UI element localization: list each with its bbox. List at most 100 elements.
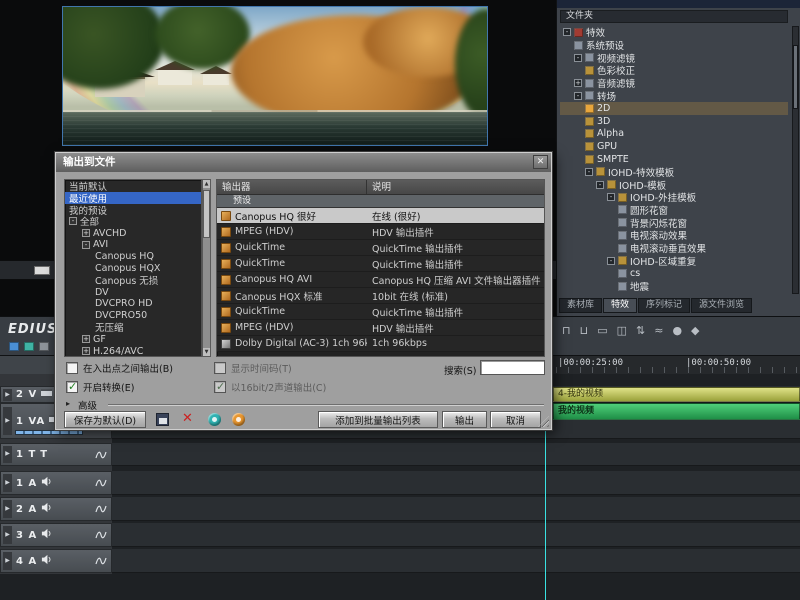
preset-tree-item[interactable]: + GF [65,333,201,345]
speaker-icon[interactable] [41,554,52,568]
effects-tree-item[interactable]: - IOHD-外挂模板 [560,191,788,204]
effects-tree-item[interactable]: - IOHD-区域重复 [560,254,788,268]
preset-tree-item[interactable]: Canopus HQ [65,251,201,263]
panel-tab[interactable]: 序列标记 [638,298,691,313]
record-icon[interactable]: ● [672,324,682,337]
track-header-1a[interactable]: ▶ 1 A [0,471,112,495]
scroll-down-icon[interactable]: ▼ [203,348,210,356]
exporter-row[interactable]: QuickTime QuickTime 输出插件 [217,304,544,320]
plus-expander-icon[interactable]: + [574,79,582,88]
speaker-icon[interactable] [41,476,52,490]
exporter-row[interactable]: Canopus HQ 很好 在线 (很好) [217,208,544,224]
minus-expander-icon[interactable]: - [607,256,615,265]
track-header-4a[interactable]: ▶ 4 A [0,549,112,573]
scrollbar-thumb[interactable] [203,190,210,238]
preset-tree-item[interactable]: - 全部 [65,215,201,228]
output-button[interactable]: 输出 [442,411,487,428]
track-lane-2a[interactable] [112,497,800,521]
effects-tree-item[interactable]: 色彩校正 [560,64,788,77]
expand-arrow-icon[interactable]: ▶ [3,446,12,463]
effects-tree-item[interactable]: 3D [560,115,788,128]
video-clip[interactable]: 4-我的视频 [553,387,800,402]
checkbox-16bit-2ch[interactable]: 以16bit/2声道输出(C) [214,380,326,394]
effects-tree-item[interactable]: - IOHD-模板 [560,178,788,192]
table-header[interactable]: 输出器 说明 [217,180,544,195]
marker-icon[interactable]: ▭ [597,324,607,337]
exporter-row[interactable]: Dolby Digital (AC-3) 1ch 96kbps 1ch 96kbp… [217,336,544,352]
mode-swatch-blue[interactable] [9,342,19,351]
rubber-band-icon[interactable] [95,450,107,460]
ripple-icon[interactable]: ⊔ [580,324,589,337]
checkbox-box[interactable] [66,362,78,374]
cancel-button[interactable]: 取消 [490,411,541,428]
effects-scrollbar[interactable] [792,26,799,294]
rubber-band-icon[interactable] [95,556,107,566]
search-input[interactable] [480,360,545,375]
exporter-row[interactable]: MPEG (HDV) HDV 输出插件 [217,320,544,336]
scroll-up-icon[interactable]: ▲ [203,180,210,188]
preset-tree-item[interactable]: + AVCHD [65,227,201,239]
checkbox-box[interactable] [214,380,226,393]
tree-scrollbar[interactable]: ▲ ▼ [202,179,211,357]
effects-tree-item[interactable]: 电视滚动垂直效果 [560,242,788,255]
snap-icon[interactable]: ⊓ [562,324,571,337]
mode-swatch-gray[interactable] [39,342,49,351]
panel-tab[interactable]: 特效 [603,298,638,313]
exporter-row[interactable]: MPEG (HDV) HDV 输出插件 [217,224,544,240]
dialog-titlebar[interactable]: 输出到文件 ✕ [56,153,551,172]
rubber-band-icon[interactable] [95,530,107,540]
expand-arrow-icon[interactable]: ▶ [3,500,12,518]
effects-tree-item[interactable]: cs [560,267,788,280]
rubber-band-icon[interactable] [95,478,107,488]
track-lane-1a[interactable] [112,471,800,495]
sequence-marker-icon[interactable]: ◆ [691,324,699,337]
plus-expander-icon[interactable]: + [82,335,90,344]
panel-tab[interactable]: 源文件浏览 [691,298,753,313]
expand-arrow-icon[interactable]: ▶ [3,526,12,544]
exporter-row[interactable]: QuickTime QuickTime 输出插件 [217,240,544,256]
minus-expander-icon[interactable]: - [574,53,582,62]
checkbox-show-timecode[interactable]: 显示时间码(T) [214,361,292,375]
delete-preset-icon[interactable]: ✕ [182,411,193,426]
va-clip[interactable]: 我的视频 [553,403,800,420]
plus-expander-icon[interactable]: + [82,347,90,356]
exporter-row[interactable]: Canopus HQX 标准 10bit 在线 (标准) [217,288,544,304]
minus-expander-icon[interactable]: - [69,217,77,226]
checkbox-box[interactable] [66,380,78,393]
track-lane-1t[interactable] [112,443,800,466]
effects-tree-item[interactable]: 背景闪烁花窗 [560,216,788,230]
shuttle-slider[interactable] [34,266,50,275]
column-exporter[interactable]: 输出器 [217,180,367,194]
minus-expander-icon[interactable]: - [82,240,90,249]
effects-tree-item[interactable]: 2D [560,102,788,115]
expand-arrow-icon[interactable]: ▶ [3,407,12,435]
effects-tree-item[interactable]: 地震 [560,280,788,293]
expand-arrow-icon[interactable]: ▶ [3,388,12,401]
layout-icon[interactable]: ◫ [617,324,627,337]
preset-group-row[interactable]: 预设 [217,195,544,208]
preset-tree-item[interactable]: - AVI [65,239,201,251]
effects-tree-item[interactable]: - 特效 [560,26,788,39]
checkbox-enable-conversion[interactable]: 开启转换(E) [66,380,134,394]
exporter-row[interactable]: QuickTime QuickTime 输出插件 [217,256,544,272]
effects-tree-item[interactable]: + 音频滤镜 [560,77,788,90]
effects-tree-item[interactable]: GPU [560,140,788,153]
effects-tree-item[interactable]: SMPTE [560,153,788,166]
advanced-label[interactable]: 高级 [78,398,97,412]
expand-arrow-icon[interactable]: ▶ [3,474,12,492]
track-lane-3a[interactable] [112,523,800,547]
minus-expander-icon[interactable]: - [574,91,582,100]
minus-expander-icon[interactable]: - [563,28,571,37]
save-as-default-button[interactable]: 保存为默认(D) [64,411,146,428]
add-to-batch-list-button[interactable]: 添加到批量输出列表 [318,411,438,428]
effects-tree-item[interactable]: 圆形花窗 [560,204,788,217]
track-lane-4a[interactable] [112,549,800,573]
speaker-icon[interactable] [41,502,52,516]
speaker-icon[interactable] [41,528,52,542]
preset-tree-item[interactable]: 无压缩 [65,322,201,334]
save-preset-icon[interactable] [156,413,169,426]
effects-tree-item[interactable]: - 视频滤镜 [560,51,788,65]
mode-swatch-teal[interactable] [24,342,34,351]
advanced-expander-icon[interactable]: ▸ [66,399,70,408]
expand-arrow-icon[interactable]: ▶ [3,552,12,570]
